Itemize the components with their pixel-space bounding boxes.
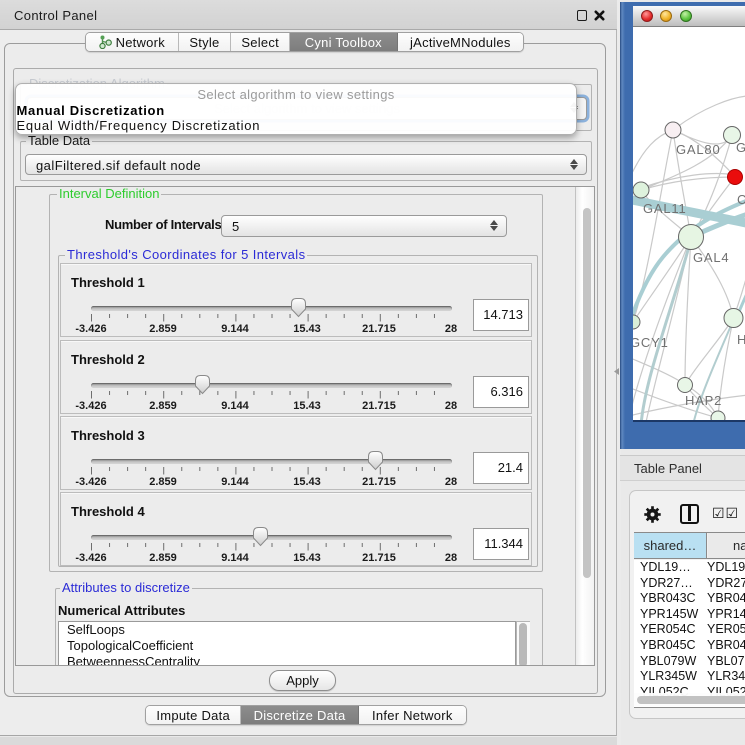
svg-text:HAP2: HAP2 xyxy=(685,393,722,408)
svg-text:GAL4: GAL4 xyxy=(693,250,729,265)
svg-text:C: C xyxy=(737,192,745,207)
svg-text:GA: GA xyxy=(736,140,745,155)
svg-text:GAL80: GAL80 xyxy=(676,142,720,157)
svg-text:GCY1: GCY1 xyxy=(633,335,669,350)
svg-text:GAL11: GAL11 xyxy=(643,201,687,216)
svg-text:H: H xyxy=(737,332,745,347)
